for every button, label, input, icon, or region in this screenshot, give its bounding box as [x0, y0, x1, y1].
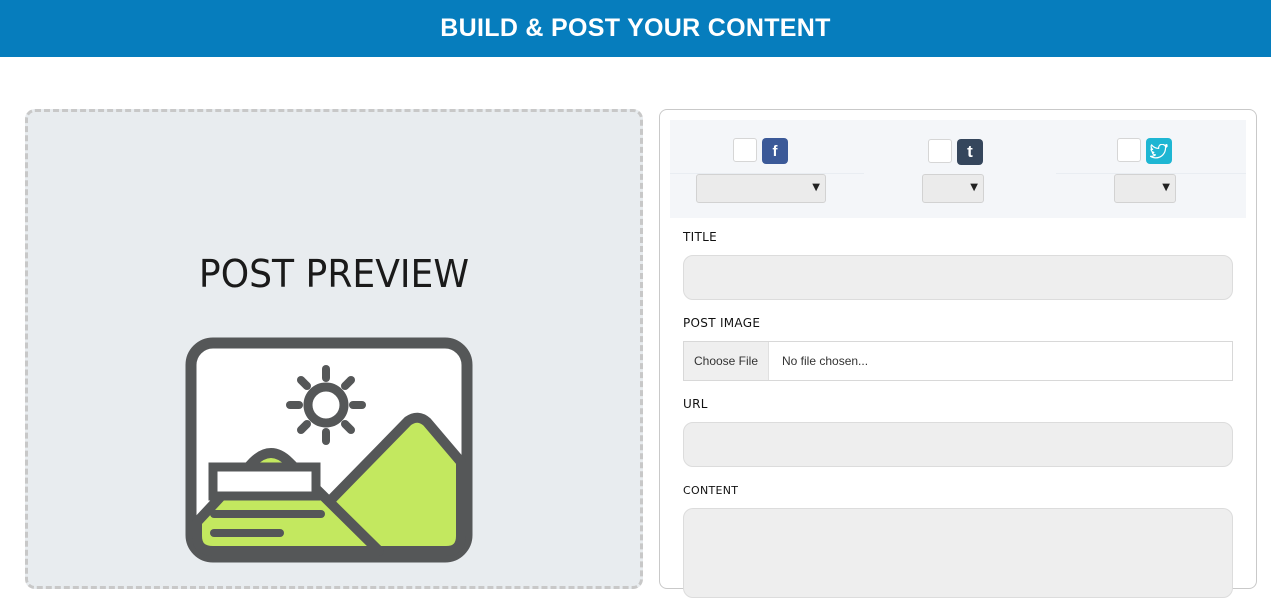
- title-label: TITLE: [683, 230, 717, 244]
- twitter-checkbox[interactable]: [1117, 138, 1141, 162]
- url-input[interactable]: [683, 422, 1233, 467]
- facebook-group: f ▼: [670, 120, 864, 218]
- twitter-account-select[interactable]: ▼: [1114, 174, 1176, 203]
- facebook-checkbox[interactable]: [733, 138, 757, 162]
- content-textarea[interactable]: [683, 508, 1233, 598]
- post-image-file-input[interactable]: Choose File No file chosen...: [683, 341, 1233, 381]
- chevron-down-icon: ▼: [970, 182, 978, 193]
- tumblr-account-select[interactable]: ▼: [922, 174, 984, 203]
- preview-title: POST PREVIEW: [198, 252, 470, 296]
- page-title: BUILD & POST YOUR CONTENT: [440, 14, 831, 42]
- image-placeholder-icon: [185, 337, 473, 563]
- facebook-icon: f: [762, 138, 788, 164]
- post-form-panel: f ▼ t ▼ ▼ TITLE POST IMAGE Choose File N…: [659, 109, 1257, 598]
- chevron-down-icon: ▼: [1162, 182, 1170, 193]
- post-preview-panel: POST PREVIEW: [25, 109, 643, 589]
- social-network-bar: f ▼ t ▼ ▼: [670, 120, 1246, 218]
- content-label: CONTENT: [683, 484, 739, 497]
- tumblr-group: t ▼: [864, 120, 1056, 218]
- url-label: URL: [683, 397, 708, 411]
- twitter-icon: [1146, 138, 1172, 164]
- title-input[interactable]: [683, 255, 1233, 300]
- choose-file-button[interactable]: Choose File: [684, 342, 769, 380]
- twitter-group: ▼: [1056, 120, 1246, 218]
- tumblr-checkbox[interactable]: [928, 139, 952, 163]
- chevron-down-icon: ▼: [812, 182, 820, 193]
- facebook-account-select[interactable]: ▼: [696, 174, 826, 203]
- file-status-text: No file chosen...: [782, 354, 869, 368]
- twitter-bird-icon: [1150, 143, 1168, 158]
- page-header: BUILD & POST YOUR CONTENT: [0, 0, 1271, 57]
- tumblr-icon: t: [957, 139, 983, 165]
- post-image-label: POST IMAGE: [683, 316, 761, 330]
